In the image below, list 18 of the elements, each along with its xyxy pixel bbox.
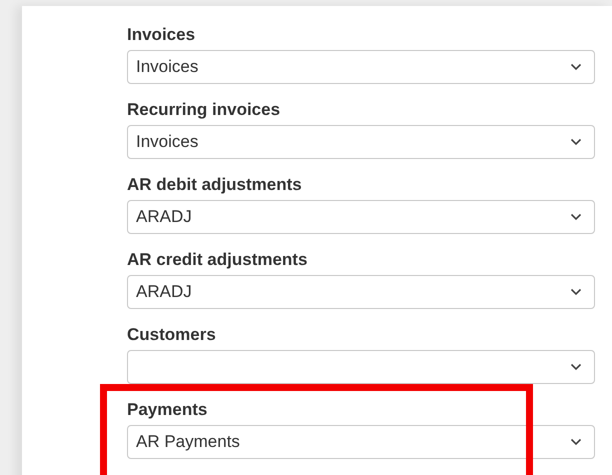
field-label: AR debit adjustments (127, 174, 303, 196)
field-label: Payments (127, 399, 208, 421)
dropdown-field[interactable]: ARADJ (127, 275, 595, 309)
dropdown-field[interactable]: AR Payments (127, 425, 595, 459)
chevron-down-icon (570, 288, 582, 296)
chevron-down-icon (570, 363, 582, 371)
dropdown-field[interactable]: ARADJ (127, 200, 595, 234)
chevron-down-icon (570, 213, 582, 221)
dropdown-field[interactable]: Invoices (127, 50, 595, 84)
dropdown-field[interactable]: Invoices (127, 125, 595, 159)
field-label: Customers (127, 324, 217, 346)
field-label: Invoices (127, 24, 196, 46)
field-label: AR credit adjustments (127, 249, 308, 271)
chevron-down-icon (570, 63, 582, 71)
dropdown-field[interactable] (127, 350, 595, 384)
chevron-down-icon (570, 138, 582, 146)
field-label: Recurring invoices (127, 99, 282, 121)
chevron-down-icon (570, 438, 582, 446)
